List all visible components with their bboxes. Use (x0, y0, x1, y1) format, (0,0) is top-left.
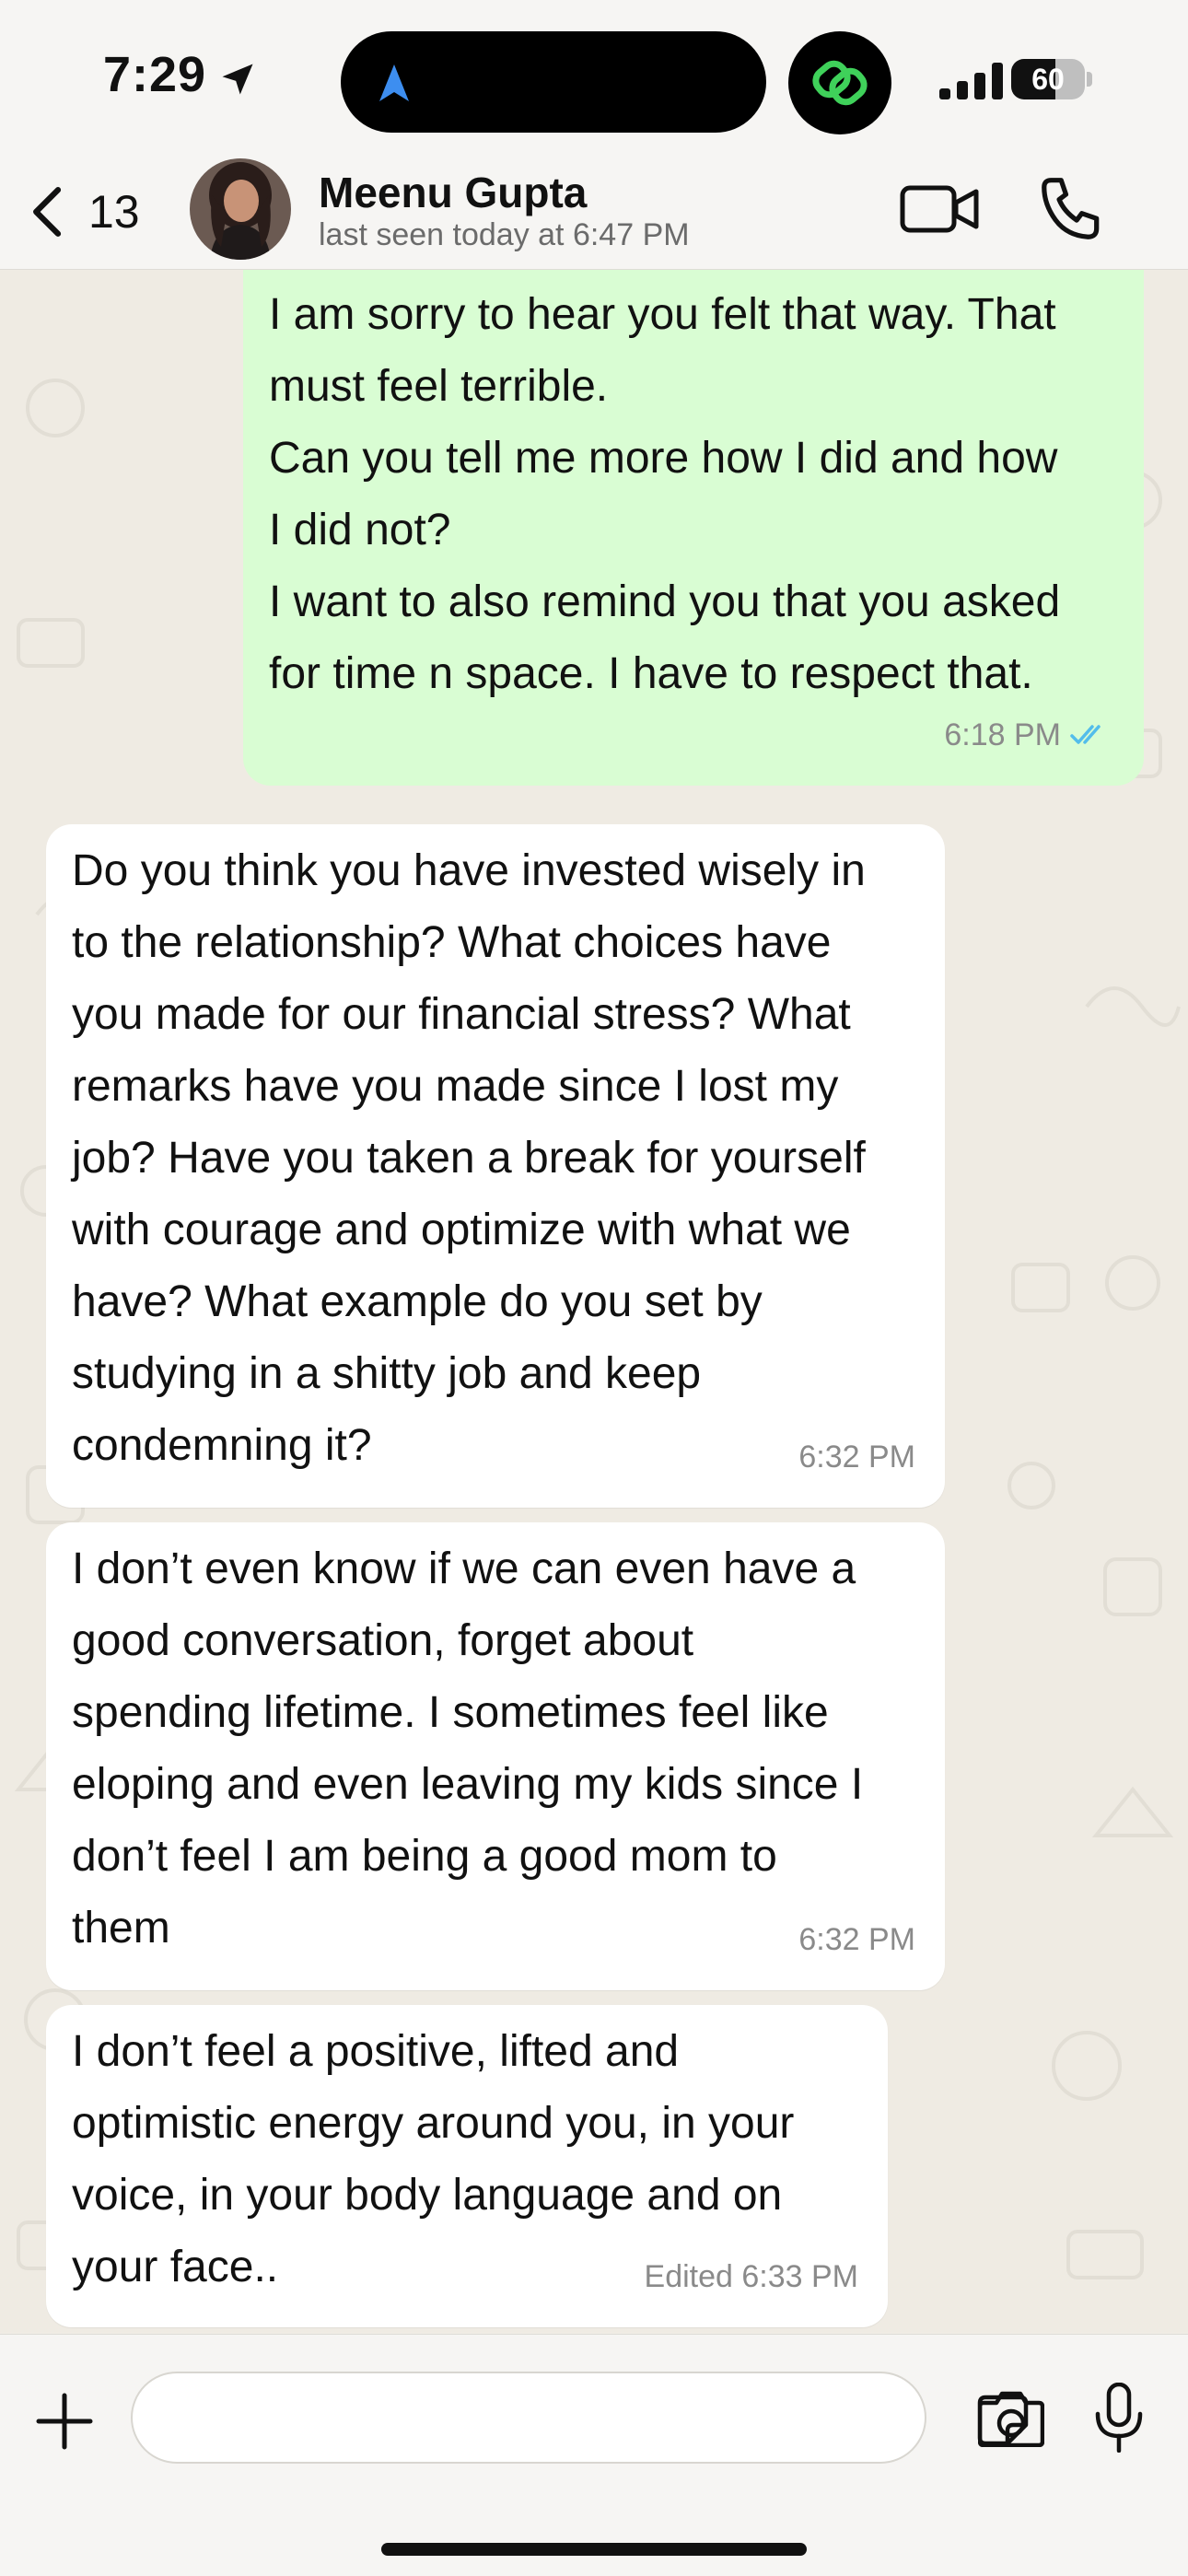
message-time: 6:32 PM (798, 1922, 915, 1957)
message-line: have? What example do you set by (72, 1277, 763, 1326)
outgoing-message[interactable]: I am sorry to hear you felt that way. Th… (243, 270, 1144, 786)
message-line: condemning it? (72, 1421, 372, 1470)
message-line: job? Have you taken a break for yourself (72, 1134, 866, 1183)
video-call-icon[interactable] (899, 177, 982, 241)
chevron-left-icon (33, 187, 62, 237)
battery-percent: 60 (1031, 63, 1065, 96)
message-input-field[interactable] (131, 2372, 1029, 2464)
message-line: I am sorry to hear you felt that way. Th… (269, 290, 1056, 339)
contact-name[interactable]: Meenu Gupta (319, 168, 587, 217)
last-seen-status: last seen today at 6:47 PM (319, 217, 690, 252)
incoming-message[interactable]: I don’t feel a positive, lifted and opti… (46, 2005, 888, 2327)
message-line: voice, in your body language and on (72, 2171, 783, 2220)
plus-icon[interactable] (35, 2392, 94, 2451)
message-composer (0, 2334, 1188, 2576)
message-meta: 6:32 PM (798, 1421, 915, 1493)
link-icon (812, 60, 868, 106)
message-line: Can you tell me more how I did and how (269, 434, 1058, 483)
link-activity-badge[interactable] (788, 31, 891, 134)
message-line: them (72, 1904, 170, 1952)
message-time: Edited 6:33 PM (644, 2259, 858, 2294)
message-line: Do you think you have invested wisely in (72, 846, 866, 895)
message-time: 6:18 PM (944, 717, 1061, 752)
message-line: I don’t feel a positive, lifted and (72, 2027, 680, 2076)
cellular-signal-icon (939, 63, 1003, 99)
unread-chats-count: 13 (88, 186, 140, 238)
location-arrow-icon (222, 64, 253, 95)
message-line: eloping and even leaving my kids since I (72, 1760, 864, 1809)
battery-icon: 60 (1011, 59, 1094, 99)
phone-call-icon[interactable] (1037, 173, 1105, 247)
message-line: studying in a shitty job and keep (72, 1349, 702, 1398)
message-line: with courage and optimize with what we (72, 1206, 851, 1254)
status-time: 7:29 (103, 47, 207, 102)
navigation-arrow-icon (379, 64, 409, 101)
message-line: good conversation, forget about (72, 1616, 694, 1665)
home-indicator[interactable] (381, 2543, 807, 2556)
status-bar: 7:29 60 (0, 0, 1188, 157)
microphone-icon[interactable] (1094, 2383, 1144, 2453)
message-line: optimistic energy around you, in your (72, 2099, 795, 2148)
message-line: don’t feel I am being a good mom to (72, 1832, 777, 1881)
message-meta: 6:18 PM (944, 699, 1114, 771)
message-line: you made for our financial stress? What (72, 990, 851, 1039)
read-receipt-icon (1070, 725, 1101, 744)
back-button[interactable]: 13 (28, 175, 140, 249)
chat-header: 13 Meenu Gupta last seen today at 6:47 P… (0, 157, 1188, 270)
message-line: I did not? (269, 506, 451, 554)
chat-thread[interactable]: I am sorry to hear you felt that way. Th… (0, 270, 1188, 2333)
incoming-message[interactable]: I don’t even know if we can even have a … (46, 1522, 945, 1990)
message-line: remarks have you made since I lost my (72, 1062, 839, 1111)
message-line: must feel terrible. (269, 362, 609, 411)
message-meta: 6:32 PM (798, 1904, 915, 1976)
message-line: I want to also remind you that you asked (269, 577, 1061, 626)
message-input[interactable] (160, 2392, 845, 2445)
camera-icon[interactable] (978, 2390, 1044, 2447)
contact-avatar[interactable] (190, 158, 291, 260)
message-time: 6:32 PM (798, 1440, 915, 1474)
message-meta: Edited 6:33 PM (645, 2241, 858, 2313)
message-line: spending lifetime. I sometimes feel like (72, 1688, 829, 1737)
message-line: to the relationship? What choices have (72, 918, 832, 967)
incoming-message[interactable]: Do you think you have invested wisely in… (46, 824, 945, 1508)
message-line: I don’t even know if we can even have a (72, 1544, 856, 1593)
